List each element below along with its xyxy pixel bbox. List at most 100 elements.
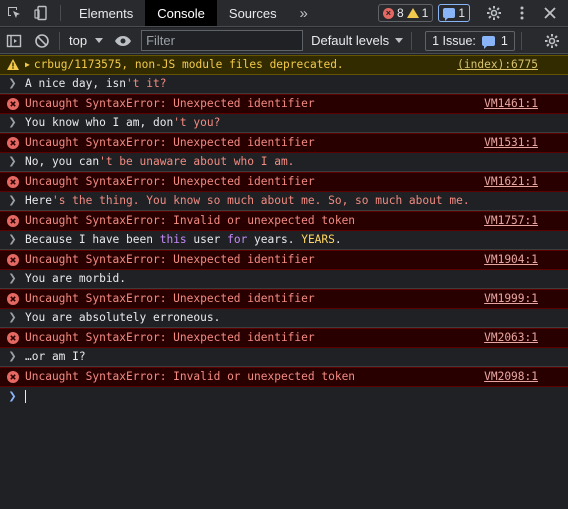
error-message-row: Uncaught SyntaxError: Unexpected identif… xyxy=(0,289,568,309)
error-source-link[interactable]: VM1621:1 xyxy=(484,175,538,188)
input-command-text: You are absolutely erroneous. xyxy=(25,311,220,324)
issue-message-icon xyxy=(443,8,456,21)
error-warning-counter[interactable]: × 8 1 xyxy=(377,4,434,22)
error-text: Uncaught SyntaxError: Unexpected identif… xyxy=(25,292,315,306)
chevron-down-icon xyxy=(395,38,404,43)
error-text: Uncaught SyntaxError: Invalid or unexpec… xyxy=(25,370,356,384)
code-token: 't it? xyxy=(126,77,167,91)
error-icon xyxy=(0,97,25,110)
toolbar-divider xyxy=(411,31,413,50)
code-token: Because I have been xyxy=(25,233,160,247)
expand-triangle-icon[interactable]: ▶ xyxy=(25,60,30,69)
input-chevron-icon: ❯ xyxy=(8,273,17,285)
error-source-link[interactable]: VM1999:1 xyxy=(484,292,538,305)
console-prompt[interactable]: ❯ xyxy=(0,387,568,406)
chevron-down-icon xyxy=(95,38,104,43)
error-message-row: Uncaught SyntaxError: Invalid or unexpec… xyxy=(0,211,568,231)
input-command-text: You are morbid. xyxy=(25,272,126,285)
devtools-tabbar: Elements Console Sources » × 8 1 1 xyxy=(0,0,568,27)
clear-console-icon[interactable] xyxy=(28,28,56,54)
input-command-row: ❯ Because I have been this user for years… xyxy=(0,231,568,250)
error-source-link[interactable]: VM2098:1 xyxy=(484,370,538,383)
input-chevron-icon: ❯ xyxy=(8,351,17,363)
input-command-row: ❯ Here's the thing. You know so much abou… xyxy=(0,192,568,211)
input-command-row: ❯ You know who I am, don't you? xyxy=(0,114,568,133)
input-command-row: ❯ You are morbid. xyxy=(0,270,568,289)
tab-sources[interactable]: Sources xyxy=(217,0,289,26)
prompt-chevron-icon: ❯ xyxy=(8,390,17,402)
error-message-row: Uncaught SyntaxError: Unexpected identif… xyxy=(0,328,568,348)
issues-button-count: 1 xyxy=(500,33,508,48)
error-source-link[interactable]: VM1531:1 xyxy=(484,136,538,149)
error-icon xyxy=(0,175,25,188)
input-command-text: …or am I? xyxy=(25,350,86,363)
input-chevron-icon: ❯ xyxy=(8,195,17,207)
toolbar-divider xyxy=(59,31,60,50)
live-expression-eye-icon[interactable] xyxy=(109,28,137,54)
issues-button[interactable]: 1 Issue: 1 xyxy=(425,30,515,51)
log-levels-label: Default levels xyxy=(311,33,390,48)
error-text: Uncaught SyntaxError: Unexpected identif… xyxy=(25,175,315,189)
console-settings-gear-icon[interactable] xyxy=(538,28,566,54)
issues-label: 1 Issue: xyxy=(432,33,476,48)
code-token: …or am I? xyxy=(25,350,86,364)
error-icon xyxy=(0,136,25,149)
code-token: 's the thing. You know so much about me.… xyxy=(51,194,470,208)
error-icon xyxy=(0,331,25,344)
error-source-link[interactable]: VM1757:1 xyxy=(484,214,538,227)
error-source-link[interactable]: VM1461:1 xyxy=(484,97,538,110)
device-toolbar-icon[interactable] xyxy=(27,0,54,26)
input-chevron-icon: ❯ xyxy=(8,156,17,168)
more-tabs-button[interactable]: » xyxy=(289,0,319,26)
issues-counter[interactable]: 1 xyxy=(438,4,470,22)
warning-icon xyxy=(406,8,419,18)
code-token: . xyxy=(334,233,342,247)
error-source-link[interactable]: VM2063:1 xyxy=(484,331,538,344)
sidebar-toggle-icon[interactable] xyxy=(0,28,28,54)
error-icon xyxy=(0,253,25,266)
code-token: 't be unaware about who I am. xyxy=(99,155,295,169)
input-command-text: You know who I am, don't you? xyxy=(25,116,220,129)
input-chevron-icon: ❯ xyxy=(8,78,17,90)
error-icon xyxy=(0,292,25,305)
context-selector[interactable]: top xyxy=(63,33,109,48)
inspect-element-icon[interactable] xyxy=(0,0,27,26)
kebab-menu-icon[interactable] xyxy=(508,0,536,26)
error-source-link[interactable]: VM1904:1 xyxy=(484,253,538,266)
toolbar-divider xyxy=(60,5,61,21)
message-list: ❯ A nice day, isn't it? Uncaught SyntaxErr… xyxy=(0,75,568,387)
console-log: ▶ crbug/1173575, non-JS module files dep… xyxy=(0,55,568,406)
issues-count: 1 xyxy=(458,6,465,20)
issue-message-icon xyxy=(481,35,495,49)
close-icon[interactable] xyxy=(536,0,564,26)
input-command-row: ❯ No, you can't be unaware about who I am… xyxy=(0,153,568,172)
code-token: user xyxy=(186,233,228,247)
tab-console[interactable]: Console xyxy=(145,0,217,26)
input-command-text: Because I have been this user for years.… xyxy=(25,233,342,246)
code-token: YEARS xyxy=(301,233,335,247)
tabbar-right: × 8 1 1 xyxy=(377,0,568,26)
input-chevron-icon: ❯ xyxy=(8,234,17,246)
code-token: You know who I am, don xyxy=(25,116,174,130)
error-text: Uncaught SyntaxError: Invalid or unexpec… xyxy=(25,214,356,228)
error-text: Uncaught SyntaxError: Unexpected identif… xyxy=(25,97,315,111)
code-token: for xyxy=(227,233,248,247)
warning-source-link[interactable]: (index):6775 xyxy=(457,58,538,71)
warning-message-row: ▶ crbug/1173575, non-JS module files dep… xyxy=(0,55,568,75)
error-text: Uncaught SyntaxError: Unexpected identif… xyxy=(25,136,315,150)
error-icon xyxy=(0,370,25,383)
tab-elements[interactable]: Elements xyxy=(67,0,145,26)
console-toolbar: top Filter Default levels 1 Issue: 1 xyxy=(0,28,568,54)
filter-input[interactable]: Filter xyxy=(141,30,304,51)
error-message-row: Uncaught SyntaxError: Invalid or unexpec… xyxy=(0,367,568,387)
log-levels-dropdown[interactable]: Default levels xyxy=(311,33,404,48)
error-text: Uncaught SyntaxError: Unexpected identif… xyxy=(25,253,315,267)
settings-gear-icon[interactable] xyxy=(480,0,508,26)
input-command-text: Here's the thing. You know so much about… xyxy=(25,194,470,207)
code-token: You are morbid. xyxy=(25,272,127,286)
input-chevron-icon: ❯ xyxy=(8,312,17,324)
input-command-row: ❯ A nice day, isn't it? xyxy=(0,75,568,94)
error-icon xyxy=(0,214,25,227)
error-count: 8 xyxy=(396,6,404,20)
input-command-row: ❯ …or am I? xyxy=(0,348,568,367)
